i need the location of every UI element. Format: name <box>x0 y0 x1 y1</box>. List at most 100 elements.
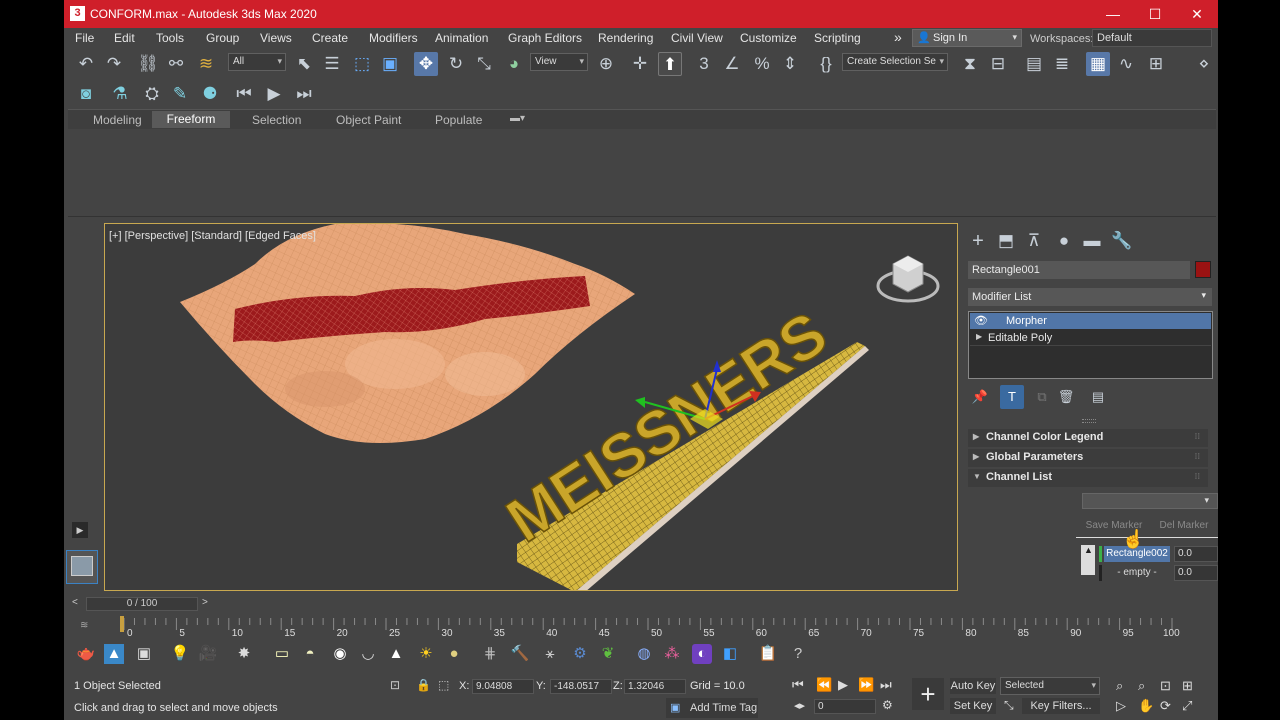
perspective-viewport[interactable]: [+] [Perspective] [Standard] [Edged Face… <box>104 223 958 591</box>
zoom-extents-icon[interactable]: ⊡ <box>1160 678 1171 694</box>
percent-snap-icon[interactable]: % <box>750 52 774 76</box>
mirror-icon[interactable]: ⧗ <box>958 52 982 76</box>
time-slider[interactable]: 0 / 100 <box>86 597 198 611</box>
render-frame-icon[interactable]: ▣ <box>134 644 154 664</box>
render-iterative-icon[interactable]: ⚈ <box>198 82 222 106</box>
menu-modifiers[interactable]: Modifiers <box>369 31 418 45</box>
viewcube[interactable] <box>876 255 940 303</box>
key-filter-icon[interactable]: ⤡ <box>1004 698 1014 713</box>
plane-icon[interactable]: ▭ <box>272 644 292 664</box>
spinner-snap-icon[interactable]: ⇕ <box>778 52 802 76</box>
rendered-frame-icon[interactable]: ⛭ <box>140 82 164 106</box>
stack-item-morpher[interactable]: 👁 Morpher <box>970 313 1211 329</box>
object-color-swatch[interactable] <box>1195 261 1211 278</box>
select-object-icon[interactable]: ⬉ <box>292 52 316 76</box>
current-frame-field[interactable]: 0 <box>814 699 876 714</box>
time-configuration-icon[interactable]: ⚙ <box>882 698 893 712</box>
window-crossing-icon[interactable]: ▣ <box>378 52 402 76</box>
tab-populate[interactable]: Populate <box>435 113 482 127</box>
menu-edit[interactable]: Edit <box>114 31 135 45</box>
key-filters-button[interactable]: Key Filters... <box>1022 698 1100 714</box>
show-end-result-icon[interactable]: T <box>1000 385 1024 409</box>
bind-space-warp-icon[interactable]: ≋ <box>194 52 218 76</box>
key-mode-toggle-icon[interactable]: ◂▸ <box>794 699 805 712</box>
display-tab-icon[interactable]: ▬ <box>1080 229 1104 253</box>
channel-2-value[interactable]: 0.0 <box>1174 565 1218 581</box>
select-by-name-icon[interactable]: ☰ <box>320 52 344 76</box>
menu-rendering[interactable]: Rendering <box>598 31 653 45</box>
ribbon-options-icon[interactable]: ▬▾ <box>510 113 525 124</box>
menu-overflow-icon[interactable]: » <box>894 29 902 45</box>
x-coordinate-field[interactable]: 9.04808 <box>472 679 534 694</box>
tab-freeform[interactable]: Freeform <box>152 111 230 128</box>
gizmo-icon[interactable]: ⚹ <box>540 644 560 664</box>
selection-filter-dropdown[interactable]: All <box>228 53 286 71</box>
plant-icon[interactable]: ❦ <box>598 644 618 664</box>
set-key-button[interactable]: Set Key <box>950 698 996 714</box>
field-of-view-icon[interactable]: ▷ <box>1116 698 1126 714</box>
maximize-viewport-icon[interactable]: ⤢ <box>1182 698 1192 714</box>
expand-arrow-icon[interactable]: ▶ <box>976 332 982 341</box>
hierarchy-tab-icon[interactable]: ⊼ <box>1022 229 1046 253</box>
zoom-all-icon[interactable]: ⌕ <box>1138 678 1145 694</box>
pan-view-icon[interactable]: ✋ <box>1138 698 1154 714</box>
select-and-move-icon[interactable]: ✥ <box>414 52 438 76</box>
next-frame-icon[interactable]: ⏭ <box>292 82 316 106</box>
edit-named-selections-icon[interactable]: {} <box>814 52 838 76</box>
workspaces-dropdown[interactable]: Default <box>1092 29 1212 47</box>
maximize-button[interactable]: ☐ <box>1134 0 1176 28</box>
helper-icon[interactable]: ✸ <box>234 644 254 664</box>
scene-explorer-icon[interactable]: ▤ <box>1022 52 1046 76</box>
unlink-icon[interactable]: ⚯ <box>164 52 188 76</box>
object-name-field[interactable]: Rectangle001 <box>968 261 1190 279</box>
tab-modeling[interactable]: Modeling <box>93 113 142 127</box>
marker-dropdown[interactable]: ▾ <box>1082 493 1218 509</box>
snaps-toggle-icon[interactable]: 3 <box>692 52 716 76</box>
dome-icon[interactable]: ◓ <box>300 644 320 664</box>
menu-customize[interactable]: Customize <box>740 31 797 45</box>
track-bar[interactable]: 0 5 10 15 20 25 30 35 40 45 50 55 60 65 70 75 80 85 90 95 10… <box>120 614 1180 640</box>
time-slider-next-icon[interactable]: > <box>202 597 208 608</box>
create-tab-icon[interactable]: + <box>966 229 990 253</box>
utilities-tab-icon[interactable]: 🔧 <box>1110 229 1134 253</box>
named-selection-dropdown[interactable]: Create Selection Se <box>842 53 948 71</box>
material-editor-icon[interactable]: ◙ <box>74 82 98 106</box>
tool-icon[interactable]: 🔨 <box>510 644 530 664</box>
zoom-extents-all-icon[interactable]: ⊞ <box>1182 678 1193 694</box>
auto-key-button[interactable]: Auto Key <box>950 678 996 694</box>
close-button[interactable]: ✕ <box>1176 0 1218 28</box>
tab-selection[interactable]: Selection <box>252 113 301 127</box>
isolate-selection-icon[interactable]: ⊡ <box>390 678 400 692</box>
del-marker-button[interactable]: Del Marker <box>1154 517 1214 534</box>
menu-graph-editors[interactable]: Graph Editors <box>508 31 582 45</box>
help-icon[interactable]: ? <box>788 644 808 664</box>
select-and-place-icon[interactable]: ◕ <box>502 52 526 76</box>
render-production-icon[interactable]: ✎ <box>168 82 192 106</box>
curve-editor-icon[interactable]: ∿ <box>1114 52 1138 76</box>
rollout-channel-color-legend[interactable]: ▶ Channel Color Legend ⁞⁞ <box>968 429 1208 447</box>
lock-selection-icon[interactable]: 🔒 <box>416 678 431 692</box>
schematic-view-icon[interactable]: ⊞ <box>1144 52 1168 76</box>
expand-layout-icon[interactable]: ▶ <box>72 522 88 538</box>
minimize-button[interactable]: — <box>1092 0 1134 28</box>
teapot-icon[interactable]: 🫖 <box>76 644 96 664</box>
key-mode-dropdown[interactable]: Selected <box>1000 677 1100 695</box>
modifier-list-dropdown[interactable]: Modifier List ▾ <box>968 288 1212 306</box>
channel-2-button[interactable]: - empty - <box>1104 565 1170 581</box>
y-coordinate-field[interactable]: -148.0517 <box>550 679 612 694</box>
configure-modifier-sets-icon[interactable]: ▤ <box>1086 385 1110 409</box>
eye-icon[interactable]: 👁 <box>974 314 988 327</box>
pivot-center-icon[interactable]: ⊕ <box>594 52 618 76</box>
angle-snap-icon[interactable]: ∠ <box>720 52 744 76</box>
sun-icon[interactable]: ☀ <box>416 644 436 664</box>
render-setup-icon[interactable]: ⚗ <box>108 82 132 106</box>
select-and-scale-icon[interactable]: ⤡ <box>472 52 496 76</box>
globe-icon[interactable]: ◍ <box>634 644 654 664</box>
pin-stack-icon[interactable]: 📌 <box>968 385 992 409</box>
toggle-ribbon-icon[interactable]: ▦ <box>1086 52 1110 76</box>
menu-animation[interactable]: Animation <box>435 31 488 45</box>
toolbar-overflow-icon[interactable]: ⋄ <box>1192 52 1216 76</box>
disc-icon[interactable]: ● <box>444 644 464 664</box>
sign-in-dropdown[interactable]: 👤 Sign In ▾ <box>912 29 1022 47</box>
add-time-tag-button[interactable]: ▣ Add Time Tag <box>666 698 758 718</box>
